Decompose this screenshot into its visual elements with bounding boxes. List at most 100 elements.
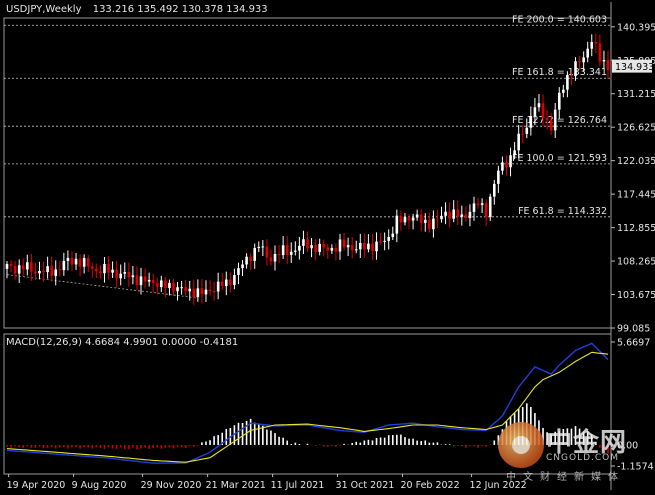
candle-down xyxy=(42,270,45,273)
candle-down xyxy=(428,219,431,230)
candle-down xyxy=(212,291,216,293)
candle-up xyxy=(513,150,516,156)
candle-down xyxy=(135,275,139,286)
candle-up xyxy=(17,265,21,274)
candle-up xyxy=(533,107,537,116)
ohlc-label: 133.216 135.492 130.378 134.933 xyxy=(92,4,268,15)
candle-up xyxy=(26,262,29,270)
candle-up xyxy=(562,89,565,93)
candle-down xyxy=(545,118,549,121)
candle-up xyxy=(517,133,520,151)
candle-up xyxy=(82,258,86,267)
price-tick-label: 126.625 xyxy=(617,123,655,134)
candle-up xyxy=(440,215,443,220)
candle-up xyxy=(586,48,589,58)
candle-up xyxy=(103,263,106,274)
watermark-sub: 中文财经新媒体 xyxy=(506,472,625,483)
current-price-value: 134.933 xyxy=(615,62,654,73)
candle-up xyxy=(298,245,301,251)
candle-up xyxy=(62,260,66,271)
candle-down xyxy=(334,247,338,252)
candle-down xyxy=(50,266,53,276)
candle-down xyxy=(549,120,553,131)
candle-up xyxy=(66,257,70,261)
candle-up xyxy=(261,246,265,248)
chart-header: USDJPY,Weekly 133.216 135.492 130.378 13… xyxy=(6,4,268,15)
candle-up xyxy=(160,280,163,288)
candle-up xyxy=(289,251,293,255)
candle-down xyxy=(107,263,110,273)
time-tick-label: 21 Mar 2021 xyxy=(206,480,266,491)
candle-down xyxy=(578,61,581,63)
candle-up xyxy=(5,264,9,269)
time-tick-label: 29 Nov 2020 xyxy=(141,480,202,491)
candle-down xyxy=(448,211,451,219)
candle-down xyxy=(436,218,439,220)
candle-down xyxy=(9,264,13,266)
symbol-label: USDJPY,Weekly xyxy=(6,4,82,15)
candle-up xyxy=(338,239,342,252)
candle-down xyxy=(269,257,273,262)
candle-up xyxy=(273,254,277,262)
candle-up xyxy=(497,170,500,184)
candle-down xyxy=(456,209,460,217)
candle-down xyxy=(306,239,309,249)
candle-up xyxy=(74,258,78,265)
candle-down xyxy=(277,254,281,256)
candle-down xyxy=(99,271,102,274)
candle-up xyxy=(509,155,512,168)
candle-up xyxy=(310,245,313,249)
price-tick-label: 131.215 xyxy=(617,89,655,100)
fibo-level-label: FE 200.0 = 140.603 xyxy=(512,14,607,25)
candle-down xyxy=(70,257,74,265)
candle-down xyxy=(13,265,17,274)
time-tick-label: 9 Aug 2020 xyxy=(72,480,127,491)
candle-up xyxy=(302,239,305,246)
candle-up xyxy=(537,103,541,108)
candle-down xyxy=(350,245,354,251)
candle-up xyxy=(237,268,240,275)
candle-up xyxy=(253,248,257,261)
fibo-level-label: FE 161.8 = 133.341 xyxy=(512,67,607,78)
candle-up xyxy=(403,217,407,223)
candle-down xyxy=(184,287,187,292)
fibo-level-label: FE 61.8 = 114.332 xyxy=(518,206,607,217)
candle-up xyxy=(423,219,427,223)
candle-up xyxy=(216,281,220,292)
price-tick-label: 103.675 xyxy=(617,290,655,301)
candle-up xyxy=(472,203,476,212)
candle-up xyxy=(367,243,370,250)
candle-down xyxy=(78,258,82,267)
watermark: 中金网 CNGOLD.COM 中文财经新媒体 xyxy=(498,418,648,484)
candle-up xyxy=(525,127,529,135)
candle-up xyxy=(281,245,285,256)
candle-down xyxy=(90,266,94,269)
candle-down xyxy=(407,217,411,221)
candle-up xyxy=(557,92,561,110)
candle-down xyxy=(285,245,289,255)
candle-down xyxy=(229,279,232,285)
candle-up xyxy=(452,209,455,219)
price-tick-label: 122.035 xyxy=(617,156,655,167)
candle-up xyxy=(330,247,334,251)
candle-down xyxy=(34,271,37,274)
candle-up xyxy=(411,217,415,221)
candle-down xyxy=(192,288,196,298)
candle-up xyxy=(257,246,261,249)
candle-down xyxy=(58,269,62,271)
candle-up xyxy=(147,279,151,282)
candle-up xyxy=(582,57,585,63)
candle-down xyxy=(220,281,224,287)
candle-up xyxy=(488,196,492,218)
candle-up xyxy=(358,242,362,250)
candle-up xyxy=(131,275,135,278)
fibo-level-label: FE 100.0 = 121.593 xyxy=(512,153,607,164)
candle-up xyxy=(346,245,350,248)
candle-up xyxy=(492,183,496,197)
candle-down xyxy=(155,283,159,288)
candle-up xyxy=(168,282,171,289)
candle-down xyxy=(419,214,423,223)
candle-down xyxy=(314,245,317,252)
candle-down xyxy=(598,43,602,62)
candle-up xyxy=(383,240,386,242)
